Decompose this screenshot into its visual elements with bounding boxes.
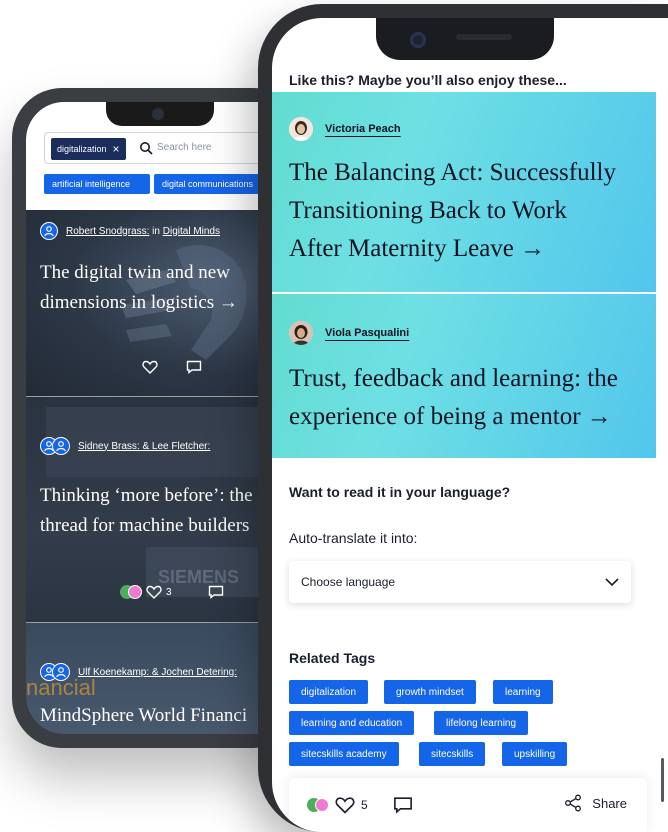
tag-digital-communications[interactable]: digital communications xyxy=(154,174,272,194)
reaction-count: 3 xyxy=(166,586,172,598)
tag-learning[interactable]: learning xyxy=(493,680,553,704)
language-select[interactable]: Choose language xyxy=(289,561,631,603)
recommendation-title-line: After Maternity Leave → xyxy=(289,235,546,262)
tag-upskilling[interactable]: upskilling xyxy=(502,742,568,766)
search-icon xyxy=(140,142,153,155)
comment-icon[interactable] xyxy=(208,585,224,599)
speaker-grille xyxy=(456,34,512,40)
card-actions: 3 xyxy=(120,583,224,601)
camera-icon xyxy=(152,108,164,120)
card-title[interactable]: Thinking ‘more before’: the thread for m… xyxy=(40,481,253,541)
back-phone-notch xyxy=(106,102,214,126)
comment-icon[interactable] xyxy=(393,796,413,814)
share-label: Share xyxy=(592,795,627,811)
reaction-group[interactable]: 3 xyxy=(120,583,172,601)
reaction-emoji-icon xyxy=(307,796,329,814)
recommendation-title[interactable]: The Balancing Act: Successfully Transiti… xyxy=(289,154,616,268)
card-title-line: Thinking ‘more before’: the xyxy=(40,485,253,506)
card-meta: Sidney Brass: & Lee Fletcher: xyxy=(40,437,210,455)
tag-sitecskills-academy[interactable]: sitecskills academy xyxy=(289,742,399,766)
front-phone-screen: Like this? Maybe you’ll also enjoy these… xyxy=(272,18,668,832)
recommendation-author: Viola Pasqualini xyxy=(289,321,409,345)
author-portrait xyxy=(289,117,313,141)
avatar-pair xyxy=(40,663,70,681)
recommendation-title-line: The Balancing Act: Successfully xyxy=(289,159,617,186)
author-portrait xyxy=(289,321,313,345)
card-title-line: thread for machine builders xyxy=(40,515,250,536)
tag-growth-mindset[interactable]: growth mindset xyxy=(384,680,476,704)
share-button[interactable]: Share xyxy=(564,794,627,812)
reaction-group[interactable]: 5 xyxy=(307,796,368,814)
scrollbar-thumb[interactable] xyxy=(661,758,664,802)
reaction-emoji-icon xyxy=(120,583,142,601)
camera-icon xyxy=(410,32,426,48)
author-link[interactable]: Viola Pasqualini xyxy=(325,327,409,339)
card-title-line: dimensions in logistics → xyxy=(40,292,238,313)
recommendation-card[interactable]: Viola Pasqualini Trust, feedback and lea… xyxy=(272,294,656,458)
recommendation-title-line: Transitioning Back to Work xyxy=(289,197,567,224)
card-actions xyxy=(142,360,202,374)
front-phone: Like this? Maybe you’ll also enjoy these… xyxy=(258,4,668,832)
avatar-pair xyxy=(40,437,70,455)
translate-subheading: Auto-translate it into: xyxy=(289,530,418,546)
card-meta: Robert Snodgrass: in Digital Minds xyxy=(40,222,220,240)
language-select-value: Choose language xyxy=(301,575,396,589)
search-input[interactable]: Search here xyxy=(157,142,211,153)
tag-sitecskills[interactable]: sitecskills xyxy=(419,742,486,766)
card-title[interactable]: MindSphere World Financi xyxy=(40,701,247,731)
search-chip-label: digitalization xyxy=(57,144,107,154)
front-phone-notch xyxy=(376,18,554,60)
author-link[interactable]: Sidney Brass: & Lee Fletcher: xyxy=(78,441,210,452)
bottom-action-bar: 5 Share xyxy=(289,778,647,832)
in-label: in xyxy=(152,225,160,237)
heart-icon[interactable] xyxy=(335,796,355,814)
card-title-line: The digital twin and new xyxy=(40,262,230,283)
search-chip-digitalization[interactable]: digitalization × xyxy=(51,138,126,160)
user-avatar-icon xyxy=(52,437,70,455)
recommendations-heading: Like this? Maybe you’ll also enjoy these… xyxy=(289,72,567,88)
chevron-down-icon xyxy=(605,578,619,586)
recommendation-title-line: Trust, feedback and learning: the xyxy=(289,365,618,392)
channel-link[interactable]: Digital Minds xyxy=(163,226,220,237)
recommendation-title[interactable]: Trust, feedback and learning: the experi… xyxy=(289,360,618,436)
author-link[interactable]: Ulf Koenekamp: & Jochen Detering: xyxy=(78,667,237,678)
close-icon[interactable]: × xyxy=(113,142,120,156)
search-bar[interactable]: digitalization × Search here xyxy=(44,132,284,164)
author-link[interactable]: Victoria Peach xyxy=(325,123,401,135)
user-avatar-icon xyxy=(52,663,70,681)
author-link[interactable]: Robert Snodgrass: xyxy=(66,226,149,237)
share-icon xyxy=(565,794,582,812)
recommendation-author: Victoria Peach xyxy=(289,117,401,141)
related-tags-heading: Related Tags xyxy=(289,650,376,666)
tag-lifelong-learning[interactable]: lifelong learning xyxy=(434,711,529,735)
reaction-count: 5 xyxy=(361,798,368,812)
tag-digitalization[interactable]: digitalization xyxy=(289,680,369,704)
tag-artificial-intelligence[interactable]: artificial intelligence xyxy=(44,174,150,194)
heart-icon[interactable] xyxy=(142,360,158,374)
recommendation-title-line: experience of being a mentor → xyxy=(289,403,612,430)
heart-icon[interactable] xyxy=(146,585,162,599)
comment-icon[interactable] xyxy=(186,360,202,374)
card-title-line: MindSphere World Financi xyxy=(40,705,248,726)
recommendation-card[interactable]: Victoria Peach The Balancing Act: Succes… xyxy=(272,92,656,292)
tag-learning-and-education[interactable]: learning and education xyxy=(289,711,415,735)
user-avatar-icon xyxy=(40,222,58,240)
card-meta: Ulf Koenekamp: & Jochen Detering: xyxy=(40,663,237,681)
translate-heading: Want to read it in your language? xyxy=(289,484,511,500)
card-title[interactable]: The digital twin and new dimensions in l… xyxy=(40,258,238,318)
